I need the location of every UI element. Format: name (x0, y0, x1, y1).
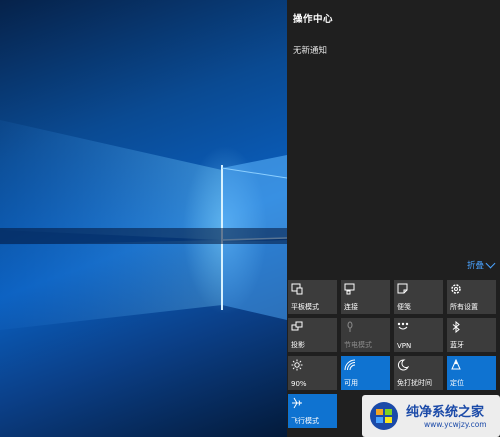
tile-label: 投影 (291, 341, 305, 349)
tile-label: VPN (397, 342, 412, 350)
gear-icon (451, 284, 461, 294)
note-icon (397, 283, 408, 294)
wifi-icon (344, 359, 356, 371)
screen: 操作中心 无新通知 折叠 平板模式 连接 便笺 所有设置 投影 节电模式 VPN… (0, 0, 500, 437)
quiet-hours-icon (397, 359, 409, 371)
tile-label: 可用 (344, 379, 358, 387)
desktop-wallpaper (0, 0, 287, 437)
tile-label: 连接 (344, 303, 358, 311)
tile-battery-saver[interactable]: 节电模式 (341, 318, 390, 352)
location-icon (451, 359, 461, 370)
tile-label: 便笺 (397, 303, 411, 311)
tile-vpn[interactable]: VPN (394, 318, 443, 352)
tile-quiet-hours[interactable]: 免打扰时间 (394, 356, 443, 390)
watermark-title: 纯净系统之家 (406, 405, 485, 420)
tile-label: 平板模式 (291, 303, 319, 311)
airplane-icon (292, 397, 302, 409)
watermark-logo (370, 402, 398, 430)
tile-wifi[interactable]: 可用 (341, 356, 390, 390)
no-notifications-text: 无新通知 (293, 46, 328, 56)
tablet-mode-icon (291, 283, 303, 295)
watermark: 纯净系统之家 www.ycwjzy.com (362, 395, 500, 437)
chevron-down-icon (485, 258, 496, 268)
tile-label: 90% (291, 380, 307, 388)
collapse-button[interactable]: 折叠 (466, 258, 496, 271)
project-icon (291, 321, 303, 331)
tile-bluetooth[interactable]: 蓝牙 (447, 318, 496, 352)
tile-brightness[interactable]: 90% (288, 356, 337, 390)
tile-label: 定位 (450, 379, 464, 387)
tile-note[interactable]: 便笺 (394, 280, 443, 314)
connect-icon (344, 283, 355, 295)
tile-location[interactable]: 定位 (447, 356, 496, 390)
action-center-title: 操作中心 (293, 14, 334, 25)
tile-label: 免打扰时间 (397, 379, 432, 387)
watermark-url: www.ycwjzy.com (424, 420, 487, 429)
tile-project[interactable]: 投影 (288, 318, 337, 352)
tile-label: 飞行模式 (291, 417, 319, 425)
tile-tablet-mode[interactable]: 平板模式 (288, 280, 337, 314)
tile-airplane-mode[interactable]: 飞行模式 (288, 394, 337, 428)
tile-label: 蓝牙 (450, 341, 464, 349)
battery-saver-icon (347, 321, 353, 332)
collapse-label: 折叠 (466, 261, 484, 271)
brightness-icon (291, 359, 303, 371)
bluetooth-icon (452, 321, 460, 333)
action-center-panel: 操作中心 无新通知 折叠 平板模式 连接 便笺 所有设置 投影 节电模式 VPN… (287, 0, 500, 437)
windows-logo-wallpaper-art (0, 120, 287, 330)
tile-label: 所有设置 (450, 303, 478, 311)
tile-connect[interactable]: 连接 (341, 280, 390, 314)
tile-all-settings[interactable]: 所有设置 (447, 280, 496, 314)
vpn-icon (397, 322, 409, 330)
tile-label: 节电模式 (344, 341, 372, 349)
